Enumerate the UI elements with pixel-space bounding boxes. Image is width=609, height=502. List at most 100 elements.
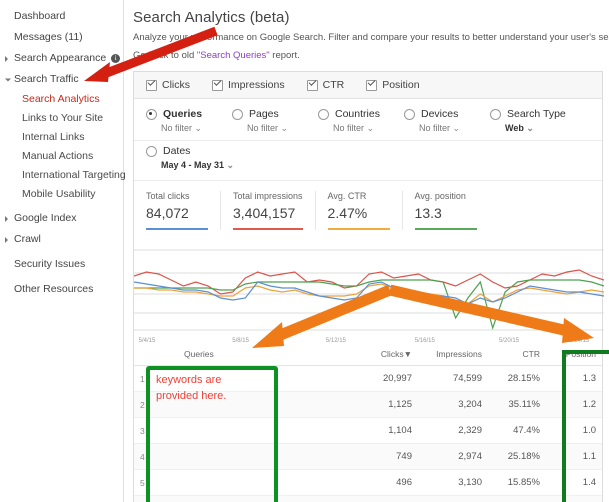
chevron-right-icon <box>5 237 8 243</box>
sidebar: Dashboard Messages (11) Search Appearanc… <box>0 0 124 502</box>
dates-label: Dates <box>163 145 190 157</box>
sidebar-item-mobile-usability[interactable]: Mobile Usability <box>0 185 123 204</box>
annotation-note: keywords are provided here. <box>156 372 266 404</box>
check-icon <box>366 80 377 91</box>
sidebar-item-dashboard[interactable]: Dashboard <box>0 6 123 27</box>
chevron-right-icon <box>5 216 8 222</box>
dimension-dates[interactable]: Dates May 4 - May 31 ⌄ <box>146 145 234 171</box>
sidebar-item-label: Crawl <box>14 229 41 250</box>
caret-icon: ⌄ <box>450 123 460 133</box>
row-impressions: 655 <box>418 496 488 502</box>
sidebar-item-manual-actions[interactable]: Manual Actions <box>0 147 123 166</box>
checkbox-ctr[interactable]: CTR <box>307 79 345 91</box>
sidebar-item-search-appearance[interactable]: Search Appearance i <box>0 48 123 69</box>
filter-value: No filter <box>333 123 364 133</box>
total-underline <box>146 228 208 230</box>
table-header-clicks-label: Clicks <box>381 349 404 359</box>
dimension-filter-pages[interactable]: No filter ⌄ <box>232 123 318 134</box>
dates-row: Dates May 4 - May 31 ⌄ <box>134 141 602 181</box>
sidebar-item-search-traffic[interactable]: Search Traffic <box>0 69 123 90</box>
chart-x-tick: 5/8/15 <box>232 338 249 344</box>
sidebar-item-crawl[interactable]: Crawl <box>0 229 123 250</box>
chevron-right-icon <box>5 56 8 62</box>
sidebar-item-search-analytics[interactable]: Search Analytics <box>0 90 123 109</box>
total-value: 2.47% <box>328 205 390 221</box>
sidebar-item-other-resources[interactable]: Other Resources <box>0 279 123 300</box>
sidebar-item-label: Security Issues <box>14 254 85 275</box>
total-underline <box>415 228 477 230</box>
sidebar-item-label: Search Appearance <box>14 48 106 69</box>
sidebar-item-internal-links[interactable]: Internal Links <box>0 128 123 147</box>
total-label: Avg. CTR <box>328 191 390 201</box>
total-clicks: Total clicks 84,072 <box>134 191 221 230</box>
caret-icon: ⌄ <box>224 160 234 170</box>
dimension-filter-devices[interactable]: No filter ⌄ <box>404 123 490 134</box>
performance-chart: 5/4/155/8/155/12/155/16/155/20/155/24/15 <box>134 238 602 343</box>
checkbox-label: Impressions <box>228 79 285 91</box>
radio-icon[interactable] <box>146 109 157 120</box>
radio-icon[interactable] <box>146 146 157 157</box>
total-label: Total impressions <box>233 191 303 201</box>
chart-x-tick: 5/24/15 <box>569 338 589 344</box>
dimension-label: Pages <box>249 108 279 120</box>
sidebar-item-messages[interactable]: Messages (11) <box>0 27 123 48</box>
checkbox-impressions[interactable]: Impressions <box>212 79 285 91</box>
caret-icon: ⌄ <box>524 123 534 133</box>
dimension-devices[interactable]: Devices No filter ⌄ <box>404 108 490 134</box>
dimension-filter-search-type[interactable]: Web ⌄ <box>490 123 576 134</box>
sidebar-item-label: Other Resources <box>14 279 93 300</box>
total-ctr: Avg. CTR 2.47% <box>316 191 403 230</box>
dimension-pages[interactable]: Pages No filter ⌄ <box>232 108 318 134</box>
dimension-label: Devices <box>421 108 458 120</box>
date-range-text: May 4 - May 31 <box>161 160 224 170</box>
sidebar-item-label: Google Index <box>14 208 76 229</box>
row-impressions: 3,204 <box>418 392 488 418</box>
radio-icon[interactable] <box>232 109 243 120</box>
chevron-down-icon <box>5 78 11 81</box>
total-position: Avg. position 13.3 <box>403 191 489 230</box>
filter-value: No filter <box>419 123 450 133</box>
search-queries-link[interactable]: "Search Queries" <box>197 50 270 61</box>
sidebar-item-security-issues[interactable]: Security Issues <box>0 254 123 275</box>
date-range-value[interactable]: May 4 - May 31 ⌄ <box>146 160 234 171</box>
row-impressions: 3,130 <box>418 470 488 496</box>
checkbox-position[interactable]: Position <box>366 79 419 91</box>
row-clicks: 749 <box>354 444 418 470</box>
radio-icon[interactable] <box>318 109 329 120</box>
page-description-text: Analyze your performance on Google Searc… <box>133 32 609 43</box>
dimension-countries[interactable]: Countries No filter ⌄ <box>318 108 404 134</box>
app-root: Dashboard Messages (11) Search Appearanc… <box>0 0 609 502</box>
total-label: Total clicks <box>146 191 208 201</box>
row-ctr: 47.79% <box>488 496 546 502</box>
total-impressions: Total impressions 3,404,157 <box>221 191 316 230</box>
chart-x-axis: 5/4/155/8/155/12/155/16/155/20/155/24/15 <box>134 338 602 350</box>
chart-x-tick: 5/12/15 <box>326 338 346 344</box>
row-ctr: 25.18% <box>488 444 546 470</box>
checkbox-label: CTR <box>323 79 345 91</box>
dimension-label: Search Type <box>507 108 566 120</box>
radio-icon[interactable] <box>490 109 501 120</box>
check-icon <box>212 80 223 91</box>
total-underline <box>233 228 303 230</box>
checkbox-clicks[interactable]: Clicks <box>146 79 190 91</box>
metric-checkbox-row: Clicks Impressions CTR Position <box>134 72 602 99</box>
filter-value: Web <box>505 123 524 133</box>
dimension-label: Countries <box>335 108 380 120</box>
row-clicks: 496 <box>354 470 418 496</box>
totals-row: Total clicks 84,072 Total impressions 3,… <box>134 181 602 234</box>
row-clicks: 1,104 <box>354 418 418 444</box>
sort-desc-icon: ▼ <box>404 349 412 359</box>
caret-icon: ⌄ <box>364 123 374 133</box>
sidebar-item-international-targeting[interactable]: International Targeting <box>0 166 123 185</box>
caret-icon: ⌄ <box>192 123 202 133</box>
dimension-filter-queries[interactable]: No filter ⌄ <box>146 123 232 134</box>
info-icon[interactable]: i <box>111 54 120 63</box>
dimension-queries[interactable]: Queries No filter ⌄ <box>146 108 232 134</box>
dimension-filter-countries[interactable]: No filter ⌄ <box>318 123 404 134</box>
sidebar-item-links-to-your-site[interactable]: Links to Your Site <box>0 109 123 128</box>
chart-x-tick: 5/20/15 <box>499 338 519 344</box>
legacy-report-prefix: Go back to old <box>133 50 197 61</box>
radio-icon[interactable] <box>404 109 415 120</box>
sidebar-item-google-index[interactable]: Google Index <box>0 208 123 229</box>
dimension-search-type[interactable]: Search Type Web ⌄ <box>490 108 576 134</box>
